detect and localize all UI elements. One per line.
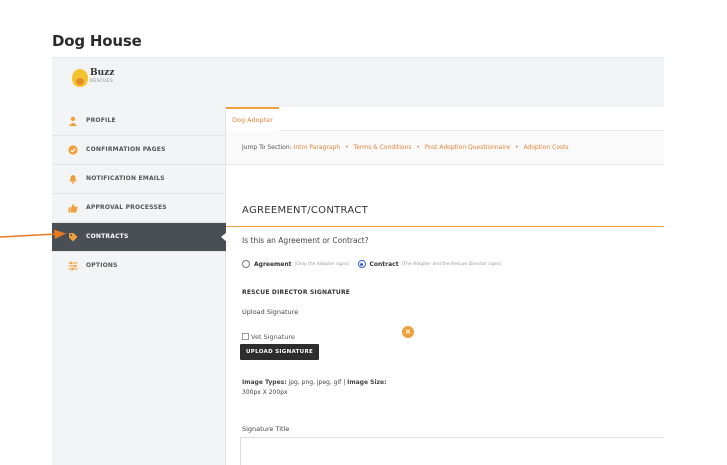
sidebar-item-confirmation-pages[interactable]: CONFIRMATION PAGES xyxy=(52,136,226,165)
sidebar: PROFILE CONFIRMATION PAGES NOTIFICATION … xyxy=(52,107,227,465)
separator-dot: • xyxy=(416,144,420,151)
jump-link-terms-conditions[interactable]: Terms & Conditions xyxy=(354,144,412,151)
logo-name: Buzz xyxy=(90,68,115,78)
jump-label: Jump To Section: xyxy=(242,144,292,151)
broken-image-icon xyxy=(242,333,249,340)
sidebar-item-label: PROFILE xyxy=(86,117,116,124)
agreement-option-hint: (Only the Adopter signs) xyxy=(294,261,350,267)
contract-option-label[interactable]: Contract xyxy=(370,261,399,268)
tab-bar: Dog Adopter xyxy=(226,107,664,131)
sidebar-item-label: CONFIRMATION PAGES xyxy=(86,146,166,153)
remove-signature-icon[interactable]: × xyxy=(402,326,414,338)
sidebar-item-notification-emails[interactable]: NOTIFICATION EMAILS xyxy=(52,165,226,194)
jump-link-post-adoption-questionnaire[interactable]: Post Adoption Questionnaire xyxy=(425,144,510,151)
image-size-label: Image Size: xyxy=(347,379,387,386)
image-types-value: jpg, png, jpeg, gif xyxy=(288,379,342,386)
agreement-type-radio-group: Agreement (Only the Adopter signs) Contr… xyxy=(242,258,510,270)
signature-image: Vet Signature xyxy=(242,333,295,341)
image-types-label: Image Types: xyxy=(242,379,287,386)
agreement-type-question: Is this an Agreement or Contract? xyxy=(242,236,369,245)
bell-icon xyxy=(69,175,77,184)
user-icon xyxy=(69,116,77,126)
jump-to-section-bar: Jump To Section: Intro Paragraph • Terms… xyxy=(226,131,664,165)
sidebar-item-profile[interactable]: PROFILE xyxy=(52,107,226,136)
contract-option-hint: (The Adopter and the Rescue Director sig… xyxy=(401,261,502,267)
tab-dog-adopter[interactable]: Dog Adopter xyxy=(226,107,279,131)
thumbs-up-icon xyxy=(68,203,78,213)
sliders-icon xyxy=(68,261,78,271)
sidebar-item-contracts[interactable]: CONTRACTS xyxy=(52,223,227,252)
jump-link-adoption-costs[interactable]: Adoption Costs xyxy=(523,144,568,151)
paw-logo-icon xyxy=(72,69,88,87)
contract-radio[interactable] xyxy=(357,260,366,268)
section-divider xyxy=(226,226,664,227)
agreement-option-label[interactable]: Agreement xyxy=(254,261,292,268)
check-circle-icon xyxy=(68,145,78,155)
signature-title-input[interactable] xyxy=(240,437,664,465)
signature-image-alt: Vet Signature xyxy=(251,333,295,341)
page-title: Dog House xyxy=(52,32,142,50)
sidebar-item-label: CONTRACTS xyxy=(86,233,129,240)
separator: | xyxy=(343,379,346,386)
image-requirements: Image Types: jpg, png, jpeg, gif | Image… xyxy=(242,378,482,398)
upload-signature-label: Upload Signature xyxy=(242,308,299,316)
signature-heading: RESCUE DIRECTOR SIGNATURE xyxy=(242,289,351,296)
sidebar-item-approval-processes[interactable]: APPROVAL PROCESSES xyxy=(52,194,226,223)
sidebar-item-label: OPTIONS xyxy=(86,262,118,269)
main-panel: Dog Adopter Jump To Section: Intro Parag… xyxy=(226,107,664,465)
agreement-radio[interactable] xyxy=(242,260,250,268)
upload-signature-button[interactable]: UPLOAD SIGNATURE xyxy=(240,344,320,360)
sidebar-item-label: APPROVAL PROCESSES xyxy=(86,204,167,211)
jump-to-section: Jump To Section: Intro Paragraph • Terms… xyxy=(242,144,569,151)
image-size-value: 300px X 200px xyxy=(242,389,288,396)
separator-dot: • xyxy=(345,144,349,151)
pointer-arrow-icon xyxy=(0,229,66,239)
logo-subtitle: RESCUES xyxy=(90,79,114,84)
signature-title-label: Signature Title xyxy=(242,425,290,433)
jump-link-intro-paragraph[interactable]: Intro Paragraph xyxy=(294,144,341,151)
separator-dot: • xyxy=(514,144,519,151)
logo[interactable]: Buzz RESCUES xyxy=(72,66,132,94)
sidebar-item-options[interactable]: OPTIONS xyxy=(52,252,226,281)
section-title: AGREEMENT/CONTRACT xyxy=(242,205,369,216)
sidebar-item-label: NOTIFICATION EMAILS xyxy=(86,175,165,182)
header-bar xyxy=(52,57,664,107)
